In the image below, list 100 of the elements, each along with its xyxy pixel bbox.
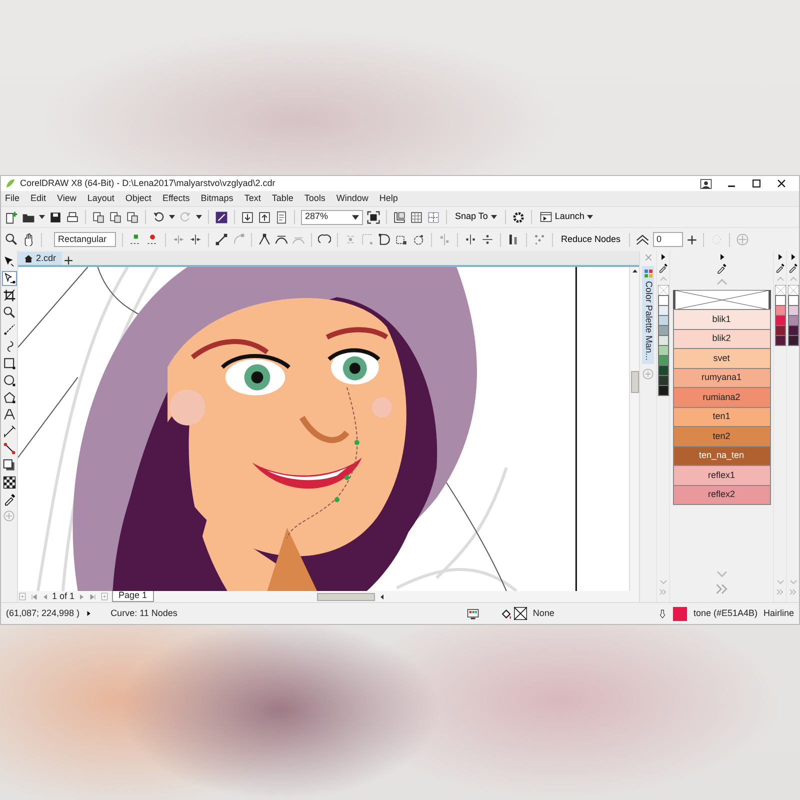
transparency-icon[interactable] bbox=[2, 476, 16, 489]
eyedropper-icon[interactable] bbox=[2, 493, 16, 506]
dots-icon[interactable] bbox=[710, 233, 723, 246]
color-swatch[interactable] bbox=[774, 325, 786, 336]
color-swatch[interactable] bbox=[774, 295, 786, 306]
shadow-icon[interactable] bbox=[2, 459, 16, 472]
color-swatch[interactable] bbox=[658, 305, 668, 316]
color-swatch[interactable]: rumiana2 bbox=[672, 387, 770, 408]
line-icon[interactable] bbox=[215, 233, 228, 246]
flyout-arrow-icon[interactable] bbox=[660, 253, 666, 261]
reduce-nodes-button[interactable]: Reduce Nodes bbox=[559, 232, 623, 246]
new-document-icon[interactable] bbox=[5, 210, 18, 224]
menu-item[interactable]: View bbox=[57, 192, 76, 206]
undo-icon[interactable] bbox=[152, 210, 165, 224]
eyedropper-icon[interactable] bbox=[658, 263, 668, 273]
no-color-swatch[interactable] bbox=[788, 285, 798, 296]
menu-item[interactable]: Tools bbox=[304, 192, 326, 206]
pages-icon[interactable] bbox=[109, 210, 122, 224]
first-page-icon[interactable] bbox=[30, 592, 38, 600]
reverse-icon[interactable] bbox=[318, 233, 331, 246]
color-swatch[interactable] bbox=[788, 335, 798, 346]
horizontal-scrollbar[interactable] bbox=[317, 592, 376, 600]
grid-icon[interactable] bbox=[410, 210, 423, 224]
printer-icon[interactable] bbox=[66, 210, 79, 224]
color-swatch[interactable] bbox=[788, 295, 798, 306]
text-tool-icon[interactable] bbox=[2, 408, 16, 421]
color-swatch[interactable] bbox=[774, 335, 786, 346]
color-swatch[interactable] bbox=[788, 325, 798, 336]
caret-icon[interactable] bbox=[39, 215, 45, 219]
close-curve-icon[interactable] bbox=[378, 233, 391, 246]
close-icon[interactable] bbox=[776, 178, 787, 188]
last-page-icon[interactable] bbox=[88, 592, 97, 600]
color-swatch[interactable]: blik1 bbox=[672, 309, 770, 330]
account-icon[interactable] bbox=[700, 178, 712, 190]
fullscreen-icon[interactable] bbox=[367, 210, 380, 224]
zoom-icon[interactable] bbox=[2, 306, 16, 319]
drawing-canvas[interactable] bbox=[18, 267, 629, 591]
pages-icon[interactable] bbox=[92, 210, 105, 224]
eyedropper-icon[interactable] bbox=[716, 263, 727, 274]
document-tab[interactable]: 2.cdr bbox=[18, 252, 62, 265]
hand-icon[interactable] bbox=[22, 233, 35, 246]
left-arrow-icon[interactable] bbox=[378, 592, 386, 600]
menu-item[interactable]: Edit bbox=[30, 192, 46, 206]
search-icon[interactable] bbox=[5, 233, 18, 246]
import-icon[interactable] bbox=[241, 210, 254, 224]
mirror-horizontal-icon[interactable] bbox=[464, 233, 477, 246]
freehand-icon[interactable] bbox=[2, 323, 16, 336]
add-node-icon[interactable] bbox=[129, 233, 142, 246]
snap-to-dropdown[interactable]: Snap To bbox=[453, 210, 499, 224]
color-swatch[interactable] bbox=[658, 335, 668, 346]
flyout-arrow-icon[interactable] bbox=[718, 253, 724, 261]
up-arrow-icon[interactable] bbox=[630, 267, 638, 275]
clipboard-icon[interactable] bbox=[126, 210, 139, 224]
color-swatch[interactable] bbox=[788, 315, 798, 326]
add-page-icon[interactable] bbox=[100, 592, 109, 601]
docker-tab[interactable]: Color Palette Man... bbox=[642, 266, 654, 364]
color-swatch[interactable] bbox=[658, 325, 668, 336]
color-swatch[interactable] bbox=[774, 315, 786, 326]
page-tab[interactable]: Page 1 bbox=[112, 591, 154, 602]
caret-icon[interactable] bbox=[352, 214, 359, 220]
menu-item[interactable]: Table bbox=[272, 192, 294, 206]
smoothness-field[interactable]: 0 bbox=[652, 232, 683, 247]
select-all-nodes-icon[interactable] bbox=[533, 233, 546, 246]
color-swatch[interactable]: reflex2 bbox=[672, 484, 770, 505]
break-node-icon[interactable] bbox=[189, 233, 202, 246]
snap-icon[interactable] bbox=[427, 210, 440, 224]
ruler-icon[interactable] bbox=[393, 210, 406, 224]
scrollbar-thumb[interactable] bbox=[630, 371, 638, 393]
color-swatch[interactable]: reflex1 bbox=[672, 465, 770, 486]
menu-item[interactable]: Text bbox=[244, 192, 261, 206]
menu-item[interactable]: Bitmaps bbox=[200, 192, 234, 206]
stretch-icon[interactable] bbox=[395, 233, 408, 246]
flyout-arrow-icon[interactable] bbox=[86, 610, 91, 617]
smooth-node-icon[interactable] bbox=[275, 233, 288, 246]
export-icon[interactable] bbox=[258, 210, 271, 224]
menu-item[interactable]: Object bbox=[125, 192, 152, 206]
color-swatch[interactable] bbox=[658, 355, 668, 366]
menu-item[interactable]: File bbox=[5, 192, 20, 206]
color-swatch[interactable] bbox=[658, 315, 668, 326]
add-page-icon[interactable] bbox=[18, 592, 27, 601]
eyedropper-icon[interactable] bbox=[788, 263, 798, 273]
delete-node-icon[interactable] bbox=[146, 233, 159, 246]
no-color-swatch[interactable] bbox=[658, 285, 668, 296]
rotate-icon[interactable] bbox=[412, 233, 425, 246]
menu-item[interactable]: Window bbox=[336, 192, 368, 206]
no-color-swatch[interactable] bbox=[672, 290, 770, 310]
elastic-icon[interactable] bbox=[507, 233, 520, 246]
fill-bucket-icon[interactable] bbox=[500, 608, 513, 620]
color-swatch[interactable] bbox=[658, 365, 668, 376]
vertical-scrollbar[interactable] bbox=[629, 267, 639, 591]
crop-icon[interactable] bbox=[2, 289, 16, 302]
cusp-node-icon[interactable] bbox=[258, 233, 271, 246]
color-swatch[interactable] bbox=[658, 295, 668, 306]
settings-icon[interactable] bbox=[512, 210, 525, 224]
plus-icon[interactable] bbox=[686, 234, 697, 244]
rectangle-icon[interactable] bbox=[2, 357, 16, 370]
caret-icon[interactable] bbox=[196, 215, 202, 219]
color-swatch[interactable] bbox=[658, 345, 668, 356]
no-color-swatch[interactable] bbox=[774, 285, 786, 296]
caret-icon[interactable] bbox=[169, 215, 175, 219]
